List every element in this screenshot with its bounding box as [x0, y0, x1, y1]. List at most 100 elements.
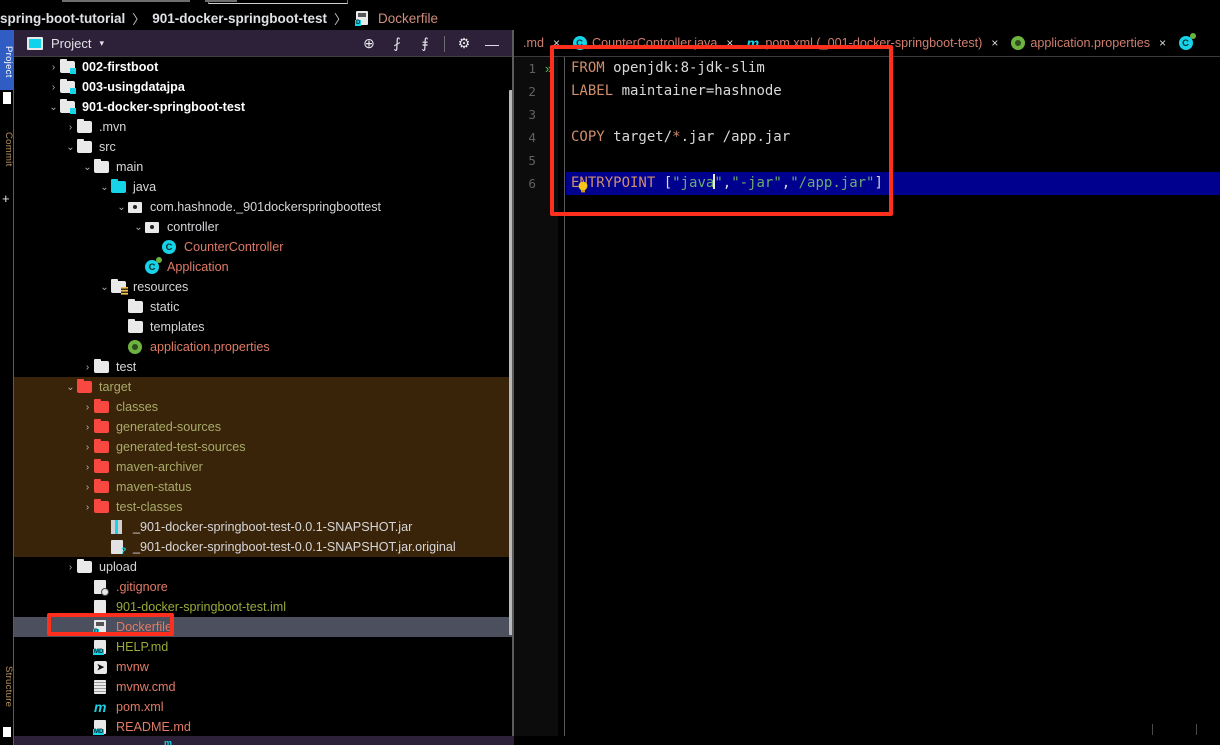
tree-row[interactable]: application.properties: [14, 337, 514, 357]
code-token: "/app.jar": [790, 175, 875, 191]
tree-row[interactable]: › test-classes: [14, 497, 514, 517]
run-gutter-icon[interactable]: »: [545, 57, 552, 80]
tree-expand-arrow[interactable]: ›: [47, 62, 60, 73]
breadcrumb-item-project[interactable]: spring-boot-tutorial: [0, 11, 125, 26]
code-line[interactable]: COPY target/*.jar /app.jar: [571, 126, 790, 149]
tree-row[interactable]: ⌄ target: [14, 377, 514, 397]
folder-icon: [77, 118, 92, 133]
tree-row[interactable]: ➤ mvnw: [14, 657, 514, 677]
tab-close-icon[interactable]: ×: [1159, 36, 1166, 50]
tree-row[interactable]: ⌄ com.hashnode._901dockerspringboottest: [14, 197, 514, 217]
java-class-tab-icon: C: [572, 36, 587, 50]
tree-row-icon: ?: [111, 540, 128, 556]
tree-expand-arrow[interactable]: ›: [81, 362, 94, 373]
tree-expand-arrow[interactable]: ›: [64, 122, 77, 133]
tree-row[interactable]: › 003-usingdatajpa: [14, 77, 514, 97]
tree-expand-arrow[interactable]: ›: [81, 422, 94, 433]
tree-expand-arrow[interactable]: ›: [81, 402, 94, 413]
tree-row[interactable]: templates: [14, 317, 514, 337]
settings-gear-icon[interactable]: ⚙: [450, 30, 478, 57]
iml-file-icon: [94, 600, 106, 614]
editor-tab[interactable]: C: [1174, 30, 1207, 56]
tree-expand-arrow[interactable]: ›: [81, 482, 94, 493]
tree-row[interactable]: › upload: [14, 557, 514, 577]
line-number: 2: [528, 84, 536, 99]
tree-row[interactable]: mvnw.cmd: [14, 677, 514, 697]
editor-tab[interactable]: .md ×: [514, 30, 568, 56]
tree-row[interactable]: › maven-status: [14, 477, 514, 497]
tab-close-icon[interactable]: ×: [991, 36, 998, 50]
tree-expand-arrow[interactable]: ⌄: [98, 182, 111, 193]
tree-expand-arrow[interactable]: ⌄: [64, 142, 77, 153]
tree-expand-arrow[interactable]: ⌄: [132, 222, 145, 233]
breadcrumb-item-module[interactable]: 901-docker-springboot-test: [152, 11, 327, 26]
tree-row[interactable]: › generated-sources: [14, 417, 514, 437]
tree-row-label: target: [99, 380, 132, 394]
code-line[interactable]: FROM openjdk:8-jdk-slim: [571, 57, 765, 80]
tree-expand-arrow[interactable]: ⌄: [64, 382, 77, 393]
tree-row[interactable]: C CounterController: [14, 237, 514, 257]
hide-icon[interactable]: —: [478, 30, 506, 57]
tree-row[interactable]: .gitignore: [14, 577, 514, 597]
tree-expand-arrow[interactable]: ⌄: [81, 162, 94, 173]
tab-close-icon[interactable]: ×: [726, 36, 733, 50]
intention-bulb-icon[interactable]: [576, 180, 590, 194]
tool-tab-commit[interactable]: Commit: [0, 116, 14, 180]
tree-row[interactable]: ? _901-docker-springboot-test-0.0.1-SNAPS…: [14, 537, 514, 557]
tree-row[interactable]: ⌄ java: [14, 177, 514, 197]
tree-row[interactable]: README.md: [14, 717, 514, 737]
select-opened-file-icon[interactable]: ⊕: [355, 30, 383, 57]
chevron-down-icon[interactable]: ▾: [99, 38, 104, 49]
tree-row-icon: C: [162, 240, 179, 254]
tree-row[interactable]: ⌄ controller: [14, 217, 514, 237]
tree-expand-arrow[interactable]: ›: [81, 502, 94, 513]
tree-expand-arrow[interactable]: ⌄: [47, 102, 60, 113]
tree-row[interactable]: › maven-archiver: [14, 457, 514, 477]
tree-row[interactable]: ⌄ src: [14, 137, 514, 157]
tool-tab-structure[interactable]: Structure: [0, 650, 14, 720]
code-line[interactable]: ENTRYPOINT ["java","-jar","/app.jar"]: [571, 172, 883, 195]
tree-row-icon: [94, 680, 111, 694]
editor-tab[interactable]: application.properties ×: [1006, 30, 1174, 56]
dockerfile-icon: [93, 620, 106, 635]
add-tool-window-icon[interactable]: +: [2, 192, 10, 205]
tree-expand-arrow[interactable]: ›: [47, 82, 60, 93]
editor-tab[interactable]: C CounterController.java ×: [568, 30, 741, 56]
tree-row[interactable]: › generated-test-sources: [14, 437, 514, 457]
tree-row[interactable]: ⌄ main: [14, 157, 514, 177]
tree-row[interactable]: _901-docker-springboot-test-0.0.1-SNAPSH…: [14, 517, 514, 537]
tool-tab-project[interactable]: Project: [0, 30, 14, 90]
tree-row-icon: [60, 58, 77, 74]
tree-row[interactable]: › 002-firstboot: [14, 57, 514, 77]
collapse-all-icon[interactable]: ⨎: [411, 30, 439, 57]
tree-row[interactable]: m pom.xml: [14, 697, 514, 717]
tree-row[interactable]: ⌄ resources: [14, 277, 514, 297]
project-panel-header: Project ▾ ⊕ ⨏ ⨎ ⚙ —: [14, 30, 514, 57]
tree-row[interactable]: Dockerfile: [14, 617, 514, 637]
spring-properties-icon: [128, 340, 142, 354]
tree-row[interactable]: 901-docker-springboot-test.iml: [14, 597, 514, 617]
breadcrumb-item-file[interactable]: Dockerfile: [378, 11, 438, 26]
tree-expand-arrow[interactable]: ⌄: [115, 202, 128, 213]
docker-icon: [355, 11, 372, 26]
tree-row[interactable]: › test: [14, 357, 514, 377]
tree-expand-arrow[interactable]: ›: [64, 562, 77, 573]
code-line[interactable]: LABEL maintainer=hashnode: [571, 80, 782, 103]
tree-row[interactable]: ⌄ 901-docker-springboot-test: [14, 97, 514, 117]
tree-row[interactable]: › classes: [14, 397, 514, 417]
tree-expand-arrow[interactable]: ⌄: [98, 282, 111, 293]
tree-expand-arrow[interactable]: ›: [81, 442, 94, 453]
expand-all-icon[interactable]: ⨏: [383, 30, 411, 57]
tab-close-icon[interactable]: ×: [553, 36, 560, 50]
editor-code[interactable]: FROM openjdk:8-jdk-slim LABEL maintainer=…: [566, 57, 1220, 745]
project-tree[interactable]: › 002-firstboot › 003-usingdatajpa ⌄ 901-dock…: [14, 57, 514, 745]
tree-row[interactable]: › .mvn: [14, 117, 514, 137]
tree-expand-arrow[interactable]: ›: [81, 462, 94, 473]
tree-row[interactable]: HELP.md: [14, 637, 514, 657]
tree-row[interactable]: static: [14, 297, 514, 317]
folder-icon: [128, 318, 143, 333]
editor-tab[interactable]: m pom.xml (_001-docker-springboot-test) ×: [741, 30, 1006, 56]
tree-row-icon: [94, 418, 111, 434]
tree-row[interactable]: C Application: [14, 257, 514, 277]
folder-icon: [94, 358, 109, 373]
